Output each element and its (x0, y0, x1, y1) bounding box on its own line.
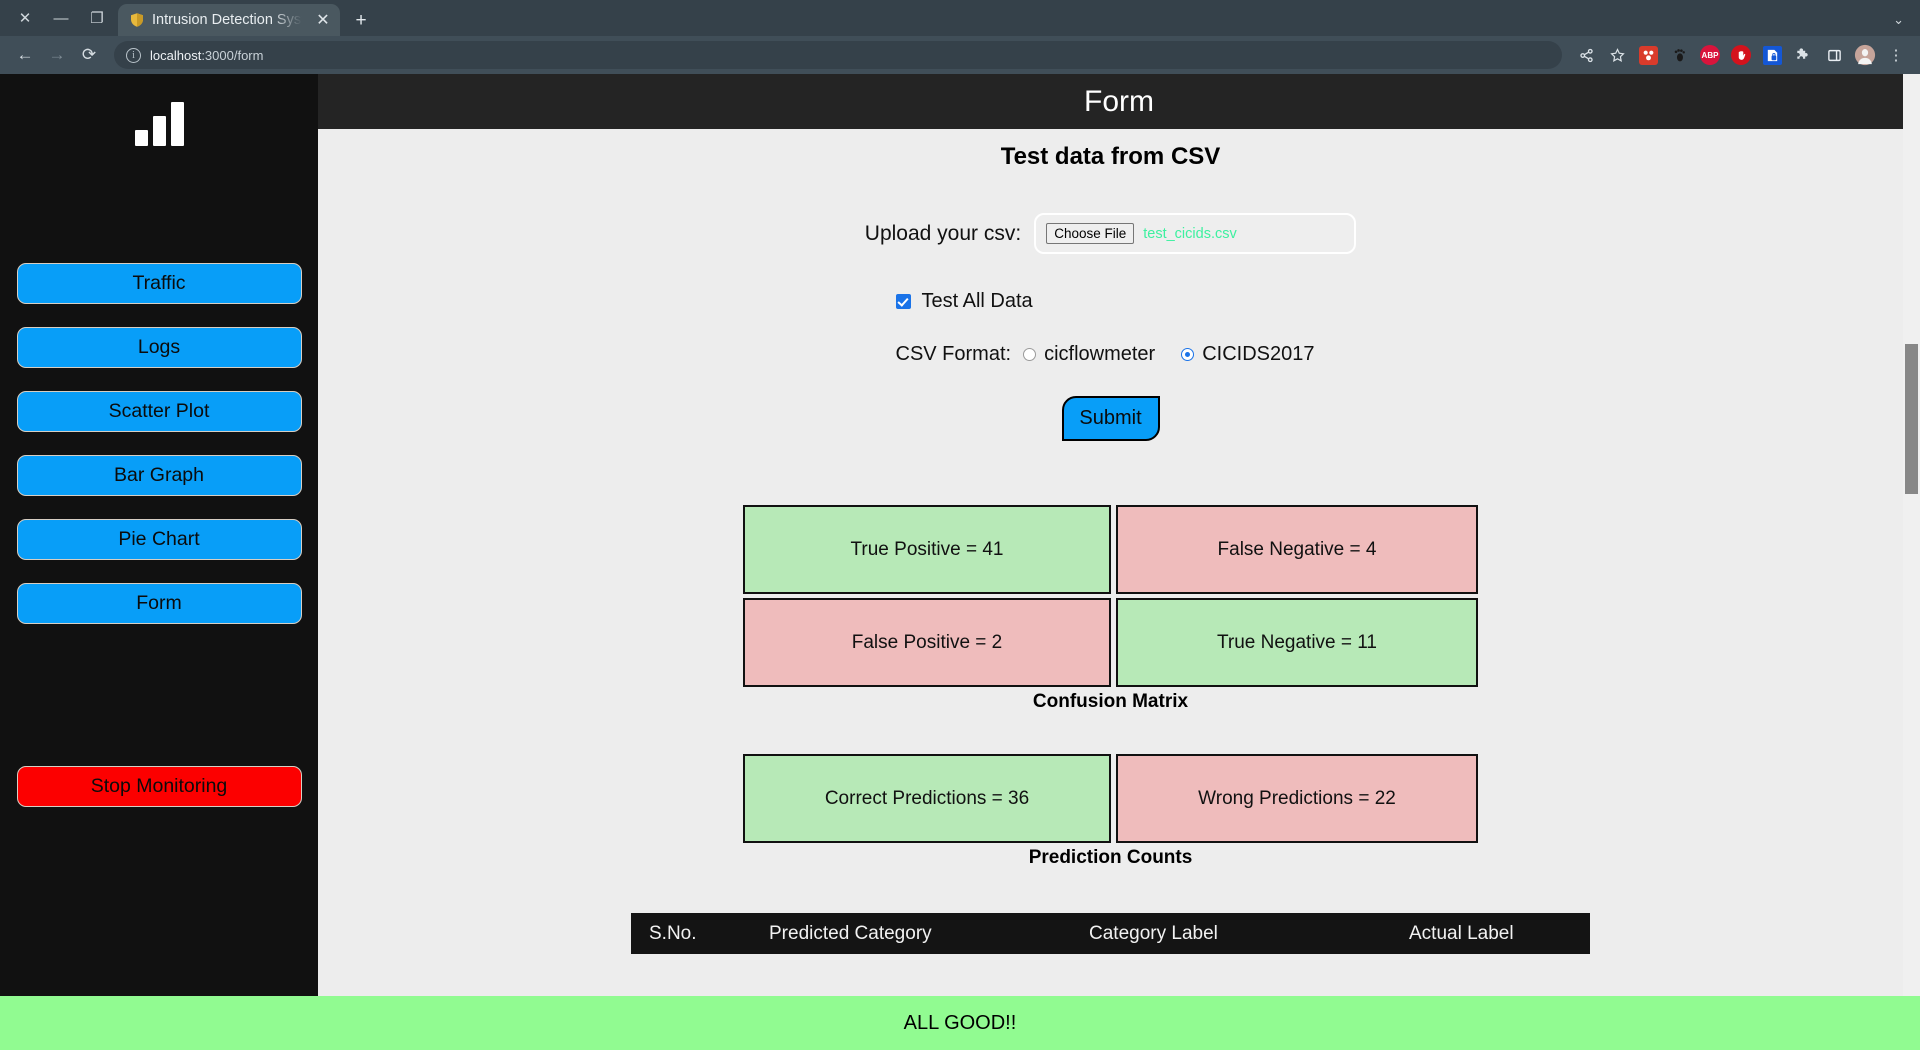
bar-chart-logo (134, 94, 184, 146)
forward-button[interactable]: → (42, 40, 72, 70)
upload-row: Upload your csv: Choose File test_cicids… (864, 213, 1357, 254)
close-window-button[interactable]: ✕ (8, 3, 42, 33)
extension-footprint-icon[interactable] (1665, 41, 1693, 69)
page-header: Form (318, 74, 1920, 129)
browser-tab[interactable]: Intrusion Detection Syst ✕ (118, 4, 340, 36)
choose-file-button[interactable]: Choose File (1046, 223, 1135, 244)
csv-format-option-cicids2017[interactable]: CICIDS2017 (1181, 343, 1315, 366)
sidebar-item-scatter-plot[interactable]: Scatter Plot (16, 391, 302, 432)
prediction-counts-caption: Prediction Counts (1028, 847, 1193, 868)
submit-button[interactable]: Submit (1061, 396, 1160, 441)
minimize-window-button[interactable]: — (44, 3, 78, 33)
radio-cicflowmeter-label: cicflowmeter (1044, 343, 1156, 365)
extension-red-icon[interactable] (1634, 41, 1662, 69)
prediction-counts-block: Correct Predictions = 36 Wrong Predictio… (743, 754, 1478, 869)
url-path: :3000/form (201, 47, 264, 63)
tab-close-icon[interactable]: ✕ (312, 9, 334, 31)
csv-format-option-cicflowmeter[interactable]: cicflowmeter (1023, 343, 1155, 366)
address-bar[interactable]: i localhost:3000/form (114, 41, 1562, 69)
reload-button[interactable]: ⟳ (74, 40, 104, 70)
sidebar-item-pie-chart[interactable]: Pie Chart (16, 519, 302, 560)
back-button[interactable]: ← (10, 40, 40, 70)
sidepanel-icon[interactable] (1820, 41, 1848, 69)
column-header-predicted-category: Predicted Category (769, 922, 932, 944)
status-bar: ALL GOOD!! (0, 996, 1920, 1050)
confusion-matrix-caption: Confusion Matrix (1032, 691, 1189, 712)
sidebar-nav: Traffic Logs Scatter Plot Bar Graph Pie … (0, 263, 318, 624)
cell-false-negative: False Negative = 4 (1116, 505, 1478, 594)
tab-title: Intrusion Detection Syst (152, 12, 305, 28)
browser-toolbar: ← → ⟳ i localhost:3000/form ABP ⋮ (0, 36, 1920, 74)
results-table-header: S.No. Predicted Category Category Label … (631, 913, 1590, 954)
page-scrollbar-thumb[interactable] (1905, 344, 1918, 494)
radio-cicids2017-label: CICIDS2017 (1202, 343, 1315, 365)
stop-monitoring-button[interactable]: Stop Monitoring (16, 766, 302, 807)
prediction-counts-grid: Correct Predictions = 36 Wrong Predictio… (743, 754, 1478, 843)
test-all-data-label: Test All Data (921, 290, 1033, 312)
extensions-puzzle-icon[interactable] (1789, 41, 1817, 69)
abp-badge-label: ABP (1700, 45, 1720, 65)
window-controls: ✕ — ❐ (0, 0, 118, 36)
cell-correct-predictions: Correct Predictions = 36 (743, 754, 1111, 843)
url-host: localhost (150, 47, 202, 63)
sidebar-item-logs[interactable]: Logs (16, 327, 302, 368)
column-header-actual-label: Actual Label (1409, 922, 1514, 944)
test-all-data-row: Test All Data (895, 290, 1326, 313)
confusion-matrix-block: True Positive = 41 False Negative = 4 Fa… (743, 505, 1478, 713)
test-all-data-checkbox[interactable] (895, 294, 911, 309)
column-header-sno: S.No. (649, 922, 697, 944)
radio-cicflowmeter[interactable] (1023, 348, 1037, 361)
site-info-icon[interactable]: i (126, 47, 141, 63)
results-table-body (631, 954, 1590, 978)
sidebar-item-bar-graph[interactable]: Bar Graph (16, 455, 302, 496)
csv-format-label: CSV Format: (895, 343, 1012, 365)
bookmark-star-icon[interactable] (1603, 41, 1631, 69)
section-title: Test data from CSV (1000, 143, 1221, 170)
cell-false-positive: False Positive = 2 (743, 598, 1111, 687)
results-table: S.No. Predicted Category Category Label … (631, 913, 1590, 978)
app-sidebar: Traffic Logs Scatter Plot Bar Graph Pie … (0, 74, 318, 1050)
address-bar-url: localhost:3000/form (150, 48, 263, 63)
upload-label: Upload your csv: (864, 221, 1022, 245)
sidebar-item-form[interactable]: Form (16, 583, 302, 624)
extension-abp-icon[interactable]: ABP (1696, 41, 1724, 69)
content-scroll-area[interactable]: Test data from CSV Upload your csv: Choo… (318, 129, 1920, 1050)
extension-stop-hand-icon[interactable] (1727, 41, 1755, 69)
share-icon[interactable] (1572, 41, 1600, 69)
cell-true-positive: True Positive = 41 (743, 505, 1111, 594)
cell-wrong-predictions: Wrong Predictions = 22 (1116, 754, 1478, 843)
profile-avatar-icon[interactable] (1851, 41, 1879, 69)
column-header-category-label: Category Label (1089, 922, 1218, 944)
cell-true-negative: True Negative = 11 (1116, 598, 1478, 687)
page-title: Form (1084, 84, 1154, 118)
toolbar-icon-group: ABP ⋮ (1572, 41, 1910, 69)
new-tab-button[interactable]: + (350, 10, 372, 32)
browser-tab-strip: ✕ — ❐ Intrusion Detection Syst ✕ + ⌄ (0, 0, 1920, 36)
content-inner: Test data from CSV Upload your csv: Choo… (318, 129, 1903, 978)
stop-monitoring-wrap: Stop Monitoring (16, 766, 302, 807)
shield-icon (128, 12, 145, 29)
file-input-field[interactable]: Choose File test_cicids.csv (1034, 213, 1357, 254)
restore-window-button[interactable]: ❐ (80, 3, 114, 33)
confusion-matrix-grid: True Positive = 41 False Negative = 4 Fa… (743, 505, 1478, 687)
selected-file-name: test_cicids.csv (1143, 225, 1237, 242)
page-viewport: Traffic Logs Scatter Plot Bar Graph Pie … (0, 74, 1920, 1050)
radio-cicids2017[interactable] (1181, 348, 1195, 361)
chrome-menu-icon[interactable]: ⋮ (1882, 41, 1910, 69)
csv-format-row: CSV Format: cicflowmeter CICIDS2017 (896, 343, 1326, 366)
sidebar-item-traffic[interactable]: Traffic (16, 263, 302, 304)
chevron-down-icon[interactable]: ⌄ (1893, 12, 1920, 36)
status-message: ALL GOOD!! (903, 1011, 1017, 1034)
extension-lock-blue-icon[interactable] (1758, 41, 1786, 69)
page-scrollbar[interactable] (1903, 74, 1920, 1050)
